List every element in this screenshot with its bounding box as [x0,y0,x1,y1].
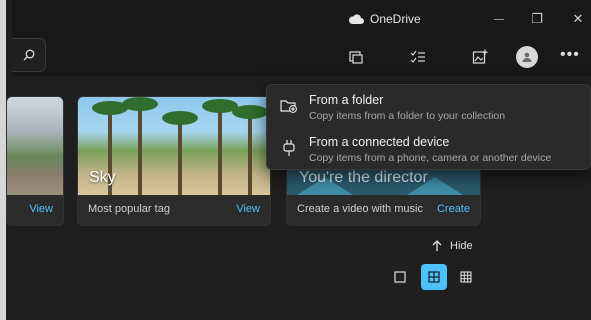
grid-3x3-icon [460,271,472,283]
add-image-icon [472,49,488,64]
hide-button[interactable]: Hide [432,240,473,252]
menu-item-title: From a connected device [309,135,450,149]
card-thumbnail [7,97,63,195]
select-icon [410,50,425,63]
card-overlay-title: Sky [89,169,116,186]
create-link[interactable]: Create [437,203,470,215]
arrow-up-icon [432,240,442,251]
card-caption: Create a video with music [297,203,423,215]
card-footer: Most popular tag View [78,193,270,225]
menu-item-description: Copy items from a folder to your collect… [309,110,506,122]
memory-card-partial[interactable]: View [6,96,64,226]
search-icon [23,49,34,61]
card-overlay-title: You're the director [299,169,428,186]
view-link[interactable]: View [29,203,53,215]
maximize-icon: ❐ [531,11,543,26]
square-icon [394,271,406,283]
menu-item-from-device[interactable]: From a connected device Copy items from … [267,127,590,169]
onedrive-label: OneDrive [370,12,421,26]
card-footer: View [7,193,63,225]
view-link[interactable]: View [236,203,260,215]
close-button[interactable]: ✕ [564,8,591,30]
view-medium-button[interactable] [421,264,447,290]
account-icon [522,52,532,62]
close-icon: ✕ [572,11,584,26]
onedrive-status[interactable]: OneDrive [348,12,421,26]
account-button[interactable] [516,46,538,68]
folder-add-icon [279,96,299,116]
hide-label: Hide [450,240,473,252]
device-plug-icon [279,138,299,158]
more-button[interactable]: ••• [560,46,580,64]
toolbar [12,38,591,76]
menu-item-title: From a folder [309,93,384,107]
import-menu: From a folder Copy items from a folder t… [266,84,591,170]
maximize-button[interactable]: ❐ [523,8,551,30]
select-button[interactable] [408,47,428,67]
grid-2x2-icon [428,271,440,283]
import-photos-icon [349,51,363,64]
title-bar: OneDrive — ❐ ✕ [12,0,591,38]
cloud-icon [348,14,364,24]
menu-item-from-folder[interactable]: From a folder Copy items from a folder t… [267,85,590,127]
view-small-button[interactable] [453,264,479,290]
card-caption: Most popular tag [88,203,170,215]
minimize-button[interactable]: — [485,8,513,30]
search-button[interactable] [12,38,46,72]
more-icon: ••• [560,46,580,63]
card-footer: Create a video with music Create [287,193,480,225]
minimize-icon: — [494,13,504,25]
import-photos-button[interactable] [346,47,366,67]
menu-item-description: Copy items from a phone, camera or anoth… [309,152,552,164]
app-window: OneDrive — ❐ ✕ ••• View Sky Most popular… [0,0,591,320]
card-thumbnail: Sky [78,97,270,195]
view-large-button[interactable] [387,264,413,290]
tag-card-sky[interactable]: Sky Most popular tag View [77,96,271,226]
add-image-button[interactable] [470,47,490,67]
